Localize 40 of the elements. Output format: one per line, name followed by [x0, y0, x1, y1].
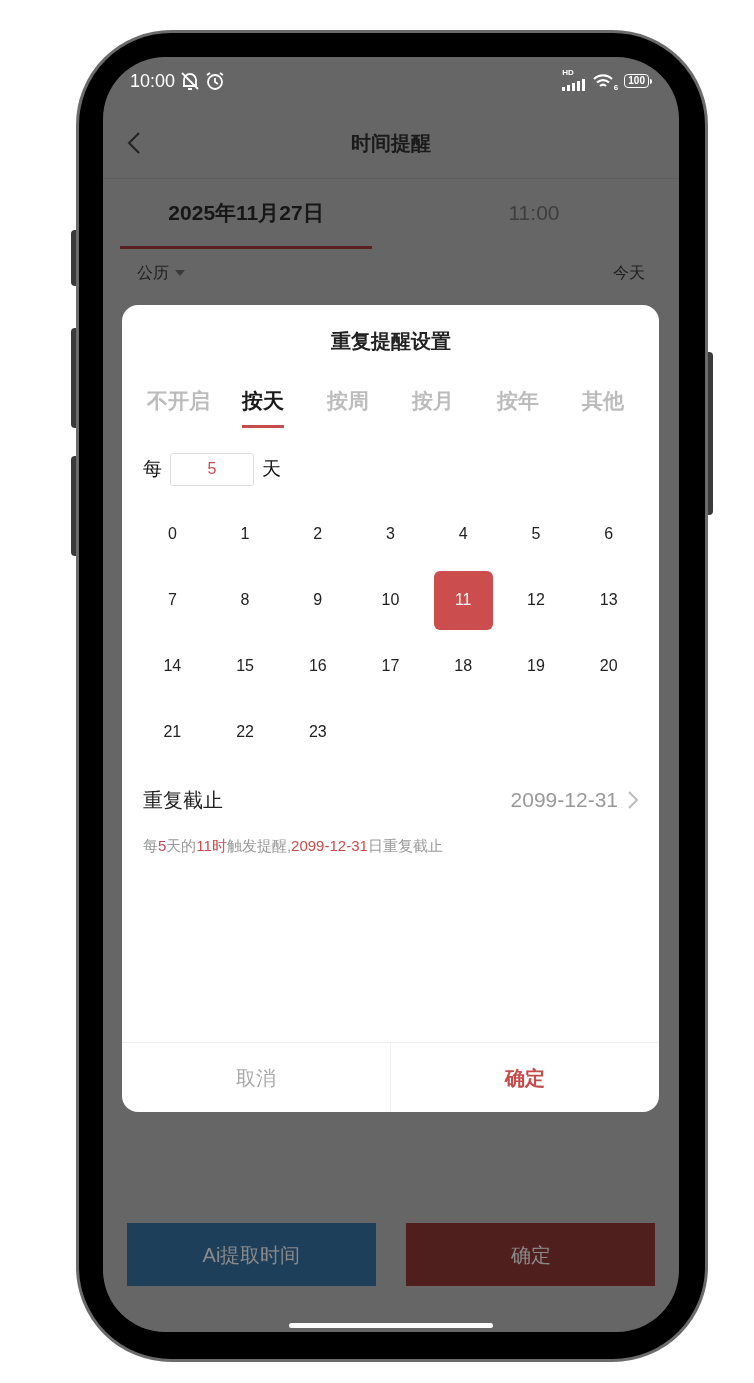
hour-option[interactable]: 0 — [142, 504, 202, 564]
dialog-title: 重复提醒设置 — [330, 329, 451, 354]
hour-option[interactable]: 8 — [215, 570, 275, 630]
hour-option[interactable]: 12 — [506, 570, 566, 630]
dropdown-caret-icon[interactable] — [175, 270, 185, 276]
alarm-clock-icon — [205, 71, 226, 91]
hour-option[interactable]: 4 — [433, 504, 493, 564]
status-time: 10:00 — [130, 70, 176, 93]
hour-option[interactable]: 11 — [433, 570, 493, 630]
hour-option[interactable]: 13 — [579, 570, 639, 630]
hour-option[interactable]: 7 — [142, 570, 202, 630]
hour-option[interactable]: 15 — [215, 636, 275, 696]
hour-option[interactable]: 1 — [215, 504, 275, 564]
hour-option[interactable]: 20 — [579, 636, 639, 696]
repeat-summary: 每5天的11时触发提醒,2099-12-31日重复截止 — [143, 836, 444, 856]
hour-option[interactable]: 5 — [506, 504, 566, 564]
hour-option[interactable]: 17 — [361, 636, 420, 696]
hour-option[interactable]: 10 — [361, 570, 420, 630]
hour-option[interactable]: 16 — [288, 636, 348, 696]
repeat-mode-tab[interactable]: 按天 — [242, 385, 285, 417]
battery-icon: 100 — [624, 74, 652, 88]
hour-option[interactable]: 22 — [215, 702, 275, 762]
interval-unit: 天 — [262, 456, 281, 481]
hour-option[interactable]: 21 — [142, 702, 202, 762]
confirm-button[interactable]: 确定 — [390, 1043, 659, 1112]
hour-option[interactable]: 23 — [288, 702, 348, 762]
back-icon[interactable] — [127, 131, 141, 155]
hour-option[interactable]: 2 — [288, 504, 348, 564]
confirm-button[interactable]: 确定 — [406, 1223, 655, 1286]
hour-option[interactable]: 14 — [142, 636, 202, 696]
chevron-right-icon[interactable] — [628, 791, 638, 809]
interval-prefix: 每 — [143, 456, 162, 481]
hour-option[interactable]: 9 — [288, 570, 348, 630]
interval-input[interactable]: 5 — [170, 452, 254, 486]
repeat-end-label: 重复截止 — [143, 788, 223, 813]
page-title: 时间提醒 — [351, 130, 431, 156]
hour-option[interactable]: 18 — [433, 636, 493, 696]
hour-option[interactable]: 19 — [506, 636, 566, 696]
hour-option[interactable]: 3 — [361, 504, 420, 564]
hour-option[interactable]: 6 — [579, 504, 639, 564]
